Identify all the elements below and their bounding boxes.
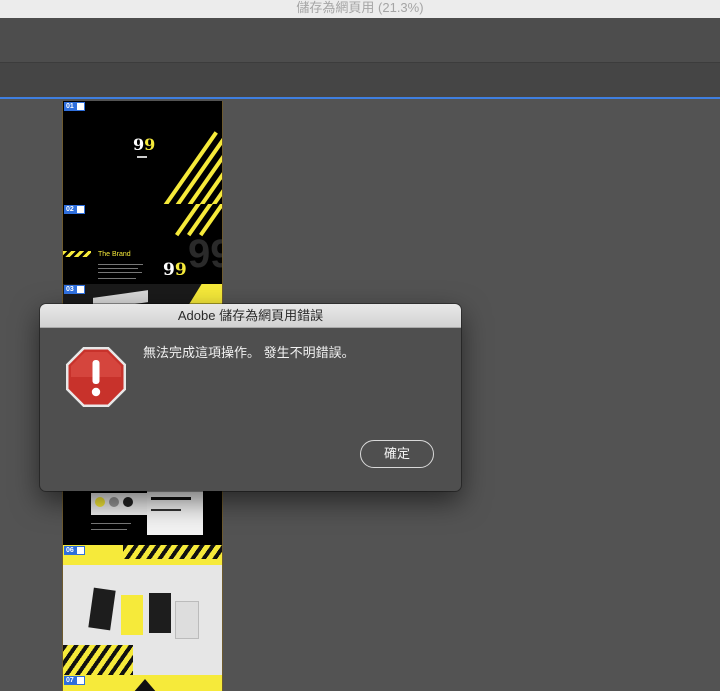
hazard-stripe (63, 645, 133, 675)
artboard-05[interactable] (63, 489, 222, 546)
preview-tab-bar (0, 63, 720, 99)
error-message: 無法完成這項操作。 發生不明錯誤。 (143, 345, 355, 360)
text-line (151, 509, 181, 511)
window-title: 儲存為網頁用 (21.3%) (0, 0, 720, 18)
swatch-gray (109, 497, 119, 507)
artboard-label: 01 (64, 102, 85, 111)
artboard-01[interactable]: 01 99 (63, 101, 222, 205)
card-mockup (149, 593, 171, 633)
hazard-stripe (123, 545, 222, 559)
yellow-shape (188, 284, 222, 306)
artboard-06[interactable]: 06 (63, 545, 222, 676)
text-line (98, 268, 138, 269)
text-line (151, 497, 191, 500)
error-dialog: Adobe 儲存為網頁用錯誤 無法完成這項操作。 發生不明錯誤。 確定 (40, 304, 461, 491)
artboard-label: 02 (64, 205, 85, 214)
brand-logo: 99 (163, 260, 187, 280)
text-line (91, 529, 127, 530)
hazard-stripe (63, 251, 91, 257)
triangle-shape (133, 679, 157, 691)
swatch-black (123, 497, 133, 507)
text-line (98, 278, 136, 279)
text-line (98, 272, 142, 273)
text-line (98, 264, 143, 265)
card-mockup (88, 587, 116, 631)
card-mockup (121, 595, 143, 635)
artboard-label: 06 (64, 546, 85, 555)
artboard-label: 03 (64, 285, 85, 294)
artboard-02[interactable]: 02 The Brand 99 99 (63, 204, 222, 285)
brand-logo: 99 (133, 135, 156, 154)
swatch-yellow (95, 497, 105, 507)
artboard-07[interactable]: 07 (63, 675, 222, 691)
watermark-logo: 99 (188, 232, 222, 276)
dialog-title: Adobe 儲存為網頁用錯誤 (40, 304, 461, 328)
brand-heading: The Brand (98, 251, 131, 258)
card-mockup (175, 601, 199, 639)
artboard-label: 07 (64, 676, 85, 685)
stop-sign-icon (66, 347, 126, 407)
ok-button[interactable]: 確定 (360, 440, 434, 468)
typography-card (147, 489, 203, 535)
logo-caption (137, 156, 147, 158)
top-toolbar (0, 18, 720, 63)
text-line (91, 523, 131, 524)
